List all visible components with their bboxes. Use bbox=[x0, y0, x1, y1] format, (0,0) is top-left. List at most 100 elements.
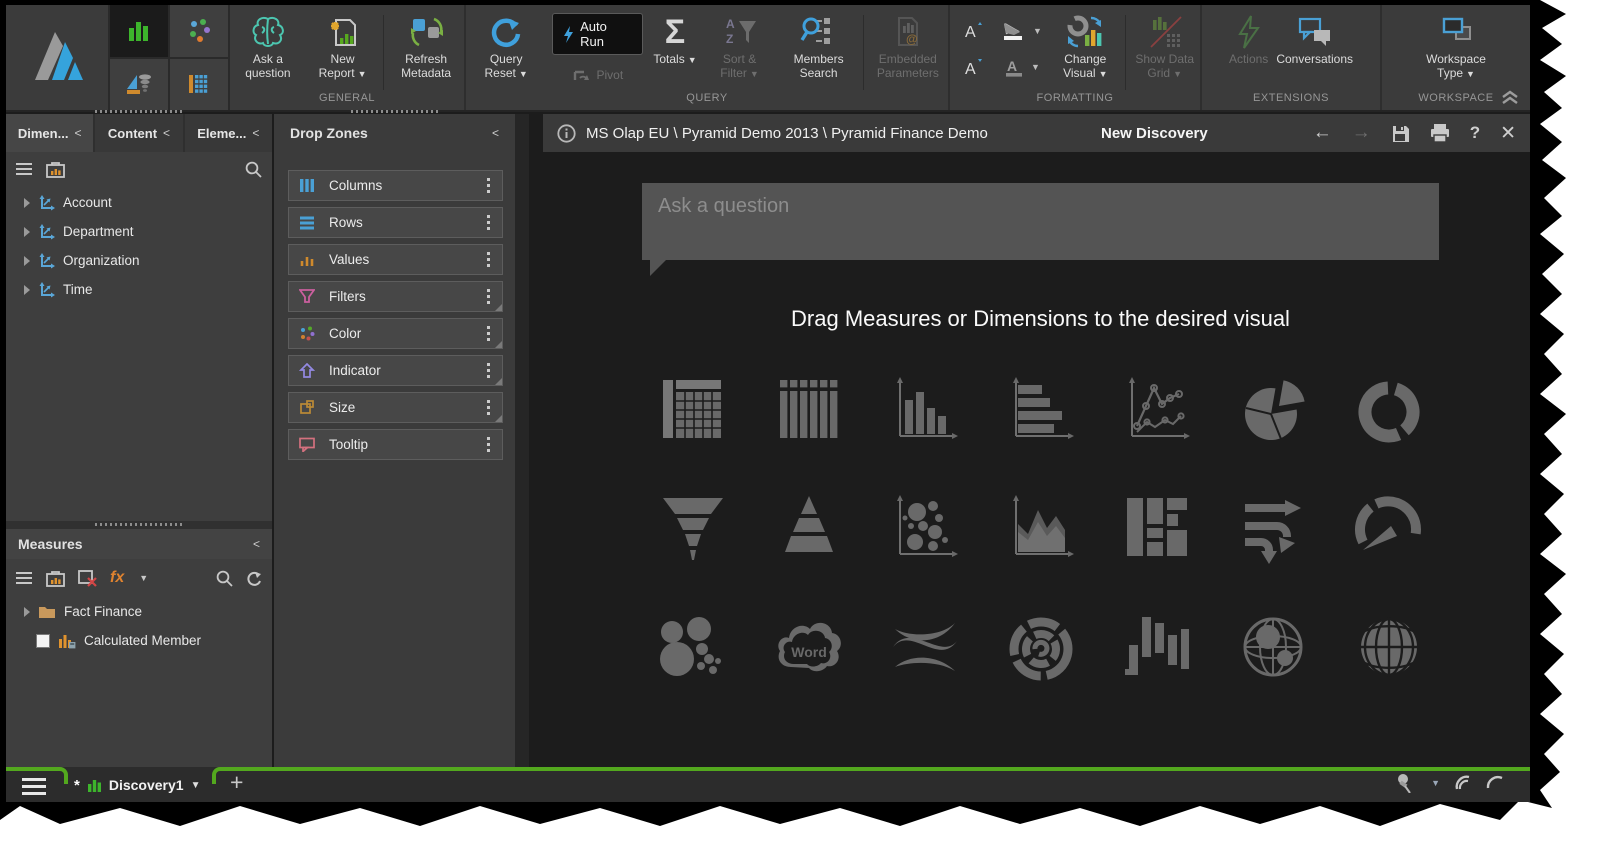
visual-matrix-grid[interactable] bbox=[771, 372, 847, 448]
refresh-metadata-button[interactable]: Refresh Metadata bbox=[388, 9, 464, 92]
visual-treemap-chart[interactable] bbox=[1119, 490, 1195, 566]
visual-pie-chart[interactable] bbox=[1235, 372, 1311, 448]
visual-donut-chart[interactable] bbox=[1351, 372, 1427, 448]
visual-funnel-chart[interactable] bbox=[655, 490, 731, 566]
visual-globe-map[interactable] bbox=[1351, 609, 1427, 685]
drop-zone-size[interactable]: Size bbox=[288, 392, 503, 423]
auto-run-toggle[interactable]: Auto Run bbox=[552, 13, 643, 55]
font-color-button[interactable]: A ▼ bbox=[1004, 57, 1040, 77]
list-view-icon[interactable] bbox=[16, 571, 34, 586]
kebab-menu-icon[interactable] bbox=[483, 174, 494, 197]
tree-item-account[interactable]: Account bbox=[6, 188, 272, 217]
visual-point-line-chart[interactable] bbox=[1119, 372, 1195, 448]
info-icon[interactable] bbox=[557, 124, 576, 143]
visual-flow-arrows-chart[interactable] bbox=[1235, 490, 1311, 566]
module-tabulate-button[interactable] bbox=[170, 59, 228, 111]
panel-grip[interactable] bbox=[351, 110, 439, 113]
embedded-parameters-button[interactable]: @ Embedded Parameters bbox=[868, 9, 948, 92]
briefcase-chart-icon[interactable] bbox=[46, 161, 66, 178]
save-button[interactable] bbox=[1391, 124, 1410, 143]
change-visual-button[interactable]: Change Visual▼ bbox=[1050, 9, 1121, 92]
refresh-icon[interactable] bbox=[245, 570, 262, 587]
collapse-icon[interactable]: < bbox=[74, 126, 81, 140]
visual-word-cloud[interactable]: Word bbox=[771, 609, 847, 685]
visual-column-chart[interactable] bbox=[887, 372, 963, 448]
drop-zone-filters[interactable]: Filters bbox=[288, 281, 503, 312]
module-present-button[interactable] bbox=[170, 5, 228, 57]
close-button[interactable]: ✕ bbox=[1500, 122, 1516, 145]
expand-caret-icon[interactable] bbox=[24, 198, 30, 208]
collapse-icon[interactable]: < bbox=[253, 537, 260, 551]
discovery-tab[interactable]: * Discovery1 ▼ bbox=[74, 770, 200, 800]
clear-selection-icon[interactable] bbox=[78, 570, 98, 587]
visual-pyramid-chart[interactable] bbox=[771, 490, 847, 566]
show-data-grid-button[interactable]: Show Data Grid▼ bbox=[1129, 9, 1200, 92]
tree-item-department[interactable]: Department bbox=[6, 217, 272, 246]
visual-waterfall-chart[interactable] bbox=[1119, 609, 1195, 685]
search-icon[interactable] bbox=[216, 570, 233, 587]
panel-grip[interactable] bbox=[95, 523, 183, 526]
collapse-ribbon-button[interactable] bbox=[1500, 89, 1520, 108]
tree-item-calculated-member[interactable]: Calculated Member bbox=[6, 626, 272, 655]
sort-filter-button[interactable]: AZ Sort & Filter▼ bbox=[701, 9, 779, 92]
format-painter-button[interactable]: ▼ bbox=[1002, 21, 1042, 41]
pivot-button[interactable]: Pivot bbox=[572, 67, 623, 83]
history-icon[interactable] bbox=[1486, 774, 1504, 792]
visual-stream-graph[interactable] bbox=[887, 609, 963, 685]
drop-zone-values[interactable]: Values bbox=[288, 244, 503, 275]
checkbox[interactable] bbox=[36, 634, 50, 648]
visual-area-chart[interactable] bbox=[1003, 490, 1079, 566]
visual-sunburst-chart[interactable] bbox=[1003, 609, 1079, 685]
search-icon[interactable] bbox=[245, 161, 262, 178]
module-formulate-button[interactable] bbox=[110, 59, 168, 111]
formula-fx-icon[interactable]: fx bbox=[110, 569, 124, 587]
visual-gauge-chart[interactable] bbox=[1351, 490, 1427, 566]
actions-button[interactable]: Actions bbox=[1225, 9, 1272, 92]
kebab-menu-icon[interactable] bbox=[483, 322, 494, 345]
visual-bubble-scatter-chart[interactable] bbox=[887, 490, 963, 566]
print-button[interactable] bbox=[1430, 124, 1450, 142]
drop-zone-columns[interactable]: Columns bbox=[288, 170, 503, 201]
grow-font-button[interactable]: A bbox=[963, 21, 985, 41]
forward-button[interactable]: → bbox=[1352, 122, 1371, 144]
drop-zone-tooltip[interactable]: Tooltip bbox=[288, 429, 503, 460]
conversations-button[interactable]: Conversations bbox=[1272, 9, 1357, 92]
drop-zone-color[interactable]: Color bbox=[288, 318, 503, 349]
tab-elements[interactable]: Eleme...< bbox=[185, 114, 272, 152]
new-report-button[interactable]: New Report▼ bbox=[306, 9, 379, 92]
collapse-icon[interactable]: < bbox=[252, 126, 259, 140]
dropdown-caret-icon[interactable]: ▼ bbox=[139, 573, 148, 583]
tab-dimensions[interactable]: Dimen...< bbox=[6, 114, 93, 152]
module-discover-button[interactable] bbox=[110, 5, 168, 57]
visual-bar-chart[interactable] bbox=[1003, 372, 1079, 448]
kebab-menu-icon[interactable] bbox=[483, 396, 494, 419]
workspace-type-button[interactable]: Workspace Type▼ bbox=[1413, 9, 1499, 92]
add-tab-button[interactable]: + bbox=[230, 769, 243, 796]
back-button[interactable]: ← bbox=[1313, 122, 1332, 144]
drop-zone-rows[interactable]: Rows bbox=[288, 207, 503, 238]
kebab-menu-icon[interactable] bbox=[483, 285, 494, 308]
kebab-menu-icon[interactable] bbox=[483, 433, 494, 456]
totals-button[interactable]: Σ Totals▼ bbox=[649, 9, 700, 92]
tab-content[interactable]: Content< bbox=[95, 114, 182, 152]
collapse-icon[interactable]: < bbox=[492, 126, 499, 140]
target-icon[interactable] bbox=[1454, 774, 1472, 792]
kebab-menu-icon[interactable] bbox=[483, 211, 494, 234]
help-button[interactable]: ? bbox=[1470, 123, 1480, 143]
panel-grip[interactable] bbox=[95, 110, 183, 113]
drop-zone-indicator[interactable]: Indicator bbox=[288, 355, 503, 386]
collapse-icon[interactable]: < bbox=[163, 126, 170, 140]
kebab-menu-icon[interactable] bbox=[483, 248, 494, 271]
tree-item-organization[interactable]: Organization bbox=[6, 246, 272, 275]
visual-geo-bubble-map[interactable] bbox=[1235, 609, 1311, 685]
expand-caret-icon[interactable] bbox=[24, 285, 30, 295]
expand-caret-icon[interactable] bbox=[24, 256, 30, 266]
list-view-icon[interactable] bbox=[16, 162, 34, 177]
expand-caret-icon[interactable] bbox=[24, 227, 30, 237]
visual-packed-bubbles-chart[interactable] bbox=[655, 609, 731, 685]
ask-question-input[interactable] bbox=[642, 183, 1439, 260]
kebab-menu-icon[interactable] bbox=[483, 359, 494, 382]
members-search-button[interactable]: Members Search bbox=[778, 9, 858, 92]
tree-item-time[interactable]: Time bbox=[6, 275, 272, 304]
query-reset-button[interactable]: Query Reset▼ bbox=[466, 9, 546, 92]
